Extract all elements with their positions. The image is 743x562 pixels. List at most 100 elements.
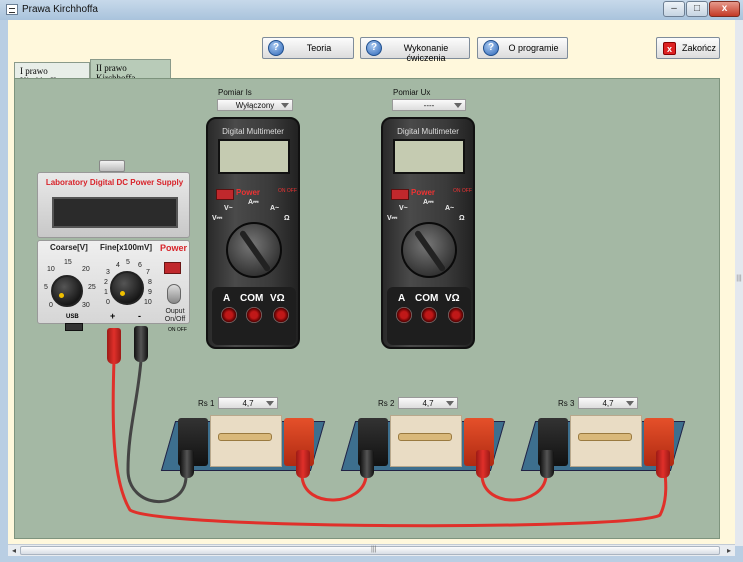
scroll-thumb[interactable]: ||| bbox=[20, 546, 720, 555]
fine-tick: 3 bbox=[106, 269, 110, 276]
resistor-label: Rs 3 bbox=[558, 399, 575, 408]
breadboard bbox=[390, 415, 462, 467]
range-label: A⎓ bbox=[248, 199, 259, 206]
scroll-grip: ||| bbox=[371, 546, 377, 553]
fine-tick: 2 bbox=[104, 279, 108, 286]
chevron-down-icon bbox=[281, 103, 289, 108]
resistor-1-value: 4,7 bbox=[242, 399, 254, 408]
red-plug[interactable] bbox=[656, 450, 670, 478]
fine-tick: 5 bbox=[126, 259, 130, 266]
coarse-tick: 25 bbox=[88, 284, 96, 291]
resistor-label: Rs 1 bbox=[198, 399, 215, 408]
coarse-tick: 10 bbox=[47, 266, 55, 273]
red-plug[interactable] bbox=[296, 450, 310, 478]
jack-label: COM bbox=[240, 293, 264, 304]
breadboard bbox=[570, 415, 642, 467]
coarse-voltage-knob[interactable] bbox=[51, 275, 83, 307]
red-plug[interactable] bbox=[476, 450, 490, 478]
power-supply-front: Coarse[V] Fine[x100mV] Power 15 20 10 25… bbox=[37, 240, 190, 333]
multimeter-title: Digital Multimeter bbox=[397, 127, 459, 136]
multimeter-onoff-label: ON OFF bbox=[453, 188, 472, 194]
fine-tick: 7 bbox=[146, 269, 150, 276]
fine-tick: 0 bbox=[106, 299, 110, 306]
wire-red-link-1 bbox=[300, 475, 368, 502]
multimeter-power-label: Power bbox=[411, 188, 436, 197]
coarse-tick: 0 bbox=[49, 302, 53, 309]
power-supply-power-label: Power bbox=[160, 243, 188, 253]
resistor bbox=[218, 433, 272, 441]
range-label: V~ bbox=[399, 205, 408, 212]
power-supply-red-probe[interactable] bbox=[107, 328, 121, 364]
multimeter-display bbox=[393, 139, 465, 174]
range-label: Ω bbox=[284, 215, 290, 222]
black-plug[interactable] bbox=[180, 450, 194, 478]
wire-red-link-2 bbox=[480, 475, 548, 502]
range-label: A⎓ bbox=[423, 199, 434, 206]
fine-tick: 10 bbox=[144, 299, 152, 306]
range-label: A~ bbox=[445, 205, 455, 212]
pomiar-ux-value: ---- bbox=[423, 101, 435, 110]
black-plug[interactable] bbox=[360, 450, 374, 478]
minus-terminal-label: - bbox=[138, 311, 141, 321]
power-supply-title: Laboratory Digital DC Power Supply bbox=[45, 178, 184, 187]
jack-a[interactable] bbox=[396, 307, 412, 323]
jack-label: VΩ bbox=[270, 293, 285, 304]
jack-label: A bbox=[223, 293, 231, 304]
jack-v-ohm[interactable] bbox=[273, 307, 289, 323]
resistor-label: Rs 2 bbox=[378, 399, 395, 408]
fine-voltage-knob[interactable] bbox=[110, 271, 144, 305]
breadboard bbox=[210, 415, 282, 467]
resistor-2-select[interactable]: 4,7 bbox=[398, 397, 458, 409]
jack-label: VΩ bbox=[445, 293, 460, 304]
scroll-left-arrow-icon[interactable]: ◂ bbox=[8, 545, 20, 556]
multimeter-onoff-label: ON OFF bbox=[278, 188, 297, 194]
pomiar-is-label: Pomiar Is bbox=[218, 88, 252, 97]
fine-tick: 8 bbox=[148, 279, 152, 286]
multimeter-ux: Digital Multimeter Power ON OFF V~ A⎓ A~… bbox=[381, 117, 475, 349]
multimeter-title: Digital Multimeter bbox=[222, 127, 284, 136]
multimeter-power-button[interactable] bbox=[391, 189, 409, 200]
output-onoff-label: ON OFF bbox=[168, 327, 187, 333]
resistor bbox=[398, 433, 452, 441]
jack-a[interactable] bbox=[221, 307, 237, 323]
multimeter-range-dial[interactable] bbox=[401, 222, 457, 278]
jack-v-ohm[interactable] bbox=[448, 307, 464, 323]
coarse-tick: 20 bbox=[82, 266, 90, 273]
fine-tick: 4 bbox=[116, 262, 120, 269]
output-label: Ouput On/Off bbox=[164, 308, 186, 323]
chevron-down-icon bbox=[446, 401, 454, 406]
range-label: V~ bbox=[224, 205, 233, 212]
multimeter-power-label: Power bbox=[236, 188, 261, 197]
chevron-down-icon bbox=[626, 401, 634, 406]
jack-com[interactable] bbox=[421, 307, 437, 323]
vertical-scrollbar[interactable]: ||| bbox=[735, 20, 743, 546]
jack-label: COM bbox=[415, 293, 439, 304]
multimeter-display bbox=[218, 139, 290, 174]
usb-label: USB bbox=[66, 314, 79, 320]
resistor bbox=[578, 433, 632, 441]
output-toggle[interactable] bbox=[167, 284, 181, 304]
resistor-3-select[interactable]: 4,7 bbox=[578, 397, 638, 409]
black-plug[interactable] bbox=[540, 450, 554, 478]
jack-com[interactable] bbox=[246, 307, 262, 323]
horizontal-scrollbar[interactable]: ◂ ||| ▸ bbox=[8, 544, 735, 556]
fine-tick: 1 bbox=[104, 289, 108, 296]
range-label: V⎓ bbox=[212, 215, 223, 222]
range-label: A~ bbox=[270, 205, 280, 212]
multimeter-power-button[interactable] bbox=[216, 189, 234, 200]
pomiar-is-value: Wyłączony bbox=[235, 101, 275, 110]
power-supply: Laboratory Digital DC Power Supply Coars… bbox=[37, 160, 190, 333]
multimeter-range-dial[interactable] bbox=[226, 222, 282, 278]
power-supply-handle bbox=[99, 160, 125, 172]
pomiar-is-select[interactable]: Wyłączony bbox=[217, 99, 293, 111]
resistor-1-select[interactable]: 4,7 bbox=[218, 397, 278, 409]
range-label: Ω bbox=[459, 215, 465, 222]
power-supply-black-probe[interactable] bbox=[134, 326, 148, 362]
fine-label: Fine[x100mV] bbox=[100, 243, 153, 252]
scroll-right-arrow-icon[interactable]: ▸ bbox=[723, 545, 735, 556]
power-supply-power-button[interactable] bbox=[164, 262, 181, 274]
scroll-grip: ||| bbox=[736, 275, 742, 282]
resistor-2-value: 4,7 bbox=[422, 399, 434, 408]
pomiar-ux-select[interactable]: ---- bbox=[392, 99, 466, 111]
chevron-down-icon bbox=[454, 103, 462, 108]
